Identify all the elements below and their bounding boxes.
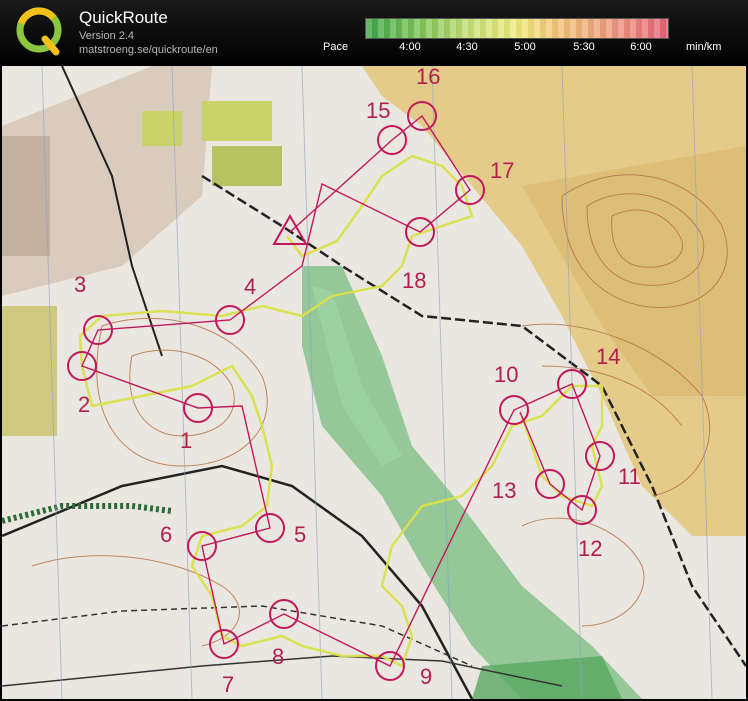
control-number: 2 xyxy=(78,392,90,417)
control-number: 6 xyxy=(160,522,172,547)
map-canvas: 1 2 3 4 5 6 7 8 9 10 11 12 13 14 15 16 1… xyxy=(2,66,746,699)
field-area xyxy=(202,101,272,141)
pace-tick: 5:30 xyxy=(573,41,595,53)
pace-tick: 5:00 xyxy=(514,41,536,53)
quickroute-logo-icon xyxy=(16,7,62,56)
control-number: 12 xyxy=(578,536,602,561)
app-title: QuickRoute xyxy=(79,8,168,27)
control-number: 18 xyxy=(402,268,426,293)
control-number: 7 xyxy=(222,672,234,697)
pace-tick: 4:00 xyxy=(399,41,421,53)
control-number: 4 xyxy=(244,274,256,299)
control-number: 8 xyxy=(272,644,284,669)
control-number: 13 xyxy=(492,478,516,503)
orienteering-map[interactable]: 1 2 3 4 5 6 7 8 9 10 11 12 13 14 15 16 1… xyxy=(2,66,746,699)
control-number: 3 xyxy=(74,272,86,297)
pace-unit: min/km xyxy=(686,41,722,53)
app-url: matstroeng.se/quickroute/en xyxy=(79,44,218,56)
app-header: QuickRoute Version 2.4 matstroeng.se/qui… xyxy=(0,0,748,66)
control-number: 5 xyxy=(294,522,306,547)
pace-color-scale xyxy=(365,18,669,39)
pace-tick: 6:00 xyxy=(630,41,652,53)
control-number: 10 xyxy=(494,362,518,387)
pace-tick: 4:30 xyxy=(456,41,478,53)
control-number: 11 xyxy=(618,464,641,489)
control-number: 17 xyxy=(490,158,514,183)
pace-label: Pace xyxy=(323,41,349,53)
control-number: 1 xyxy=(180,428,192,453)
control-number: 9 xyxy=(420,664,432,689)
control-number: 14 xyxy=(596,344,620,369)
control-number: 16 xyxy=(416,66,440,89)
app-version: Version 2.4 xyxy=(79,30,135,42)
control-number: 15 xyxy=(366,98,390,123)
